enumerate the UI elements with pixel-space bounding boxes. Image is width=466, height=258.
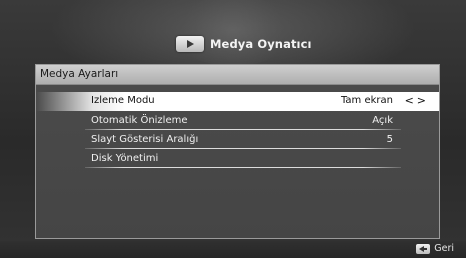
media-player-icon xyxy=(176,36,204,52)
row-divider xyxy=(85,167,401,168)
menu-item-disk-yonetimi[interactable]: Disk Yönetimi xyxy=(36,150,439,168)
menu-item-label: Slayt Gösterisi Aralığı xyxy=(91,134,199,145)
menu-item-otomatik-onizleme[interactable]: Otomatik Önizleme Açık xyxy=(36,112,439,130)
menu-item-value: 5 xyxy=(386,134,393,145)
app-title: Medya Oynatıcı xyxy=(210,37,312,51)
panel-title-bar: Medya Ayarları xyxy=(36,65,439,85)
row-divider xyxy=(85,129,401,130)
menu-item-label: Izleme Modu xyxy=(91,95,155,106)
left-right-arrows-icon[interactable]: <> xyxy=(405,94,429,107)
menu-item-label: Otomatik Önizleme xyxy=(91,115,188,126)
menu-item-value: Tam ekran xyxy=(340,95,393,106)
back-label: Geri xyxy=(434,243,454,254)
footer-bar: Geri xyxy=(0,241,466,258)
menu-item-value: Açık xyxy=(372,115,393,126)
tv-screen: Medya Oynatıcı Medya Ayarları Izleme Mod… xyxy=(0,0,466,258)
settings-menu: Izleme Modu Tam ekran <> Otomatik Önizle… xyxy=(36,92,439,168)
row-divider xyxy=(85,148,401,149)
app-header: Medya Oynatıcı xyxy=(176,34,312,54)
back-button[interactable]: Geri xyxy=(416,243,454,254)
back-arrow-key-icon xyxy=(416,243,431,254)
menu-item-label: Disk Yönetimi xyxy=(91,153,159,164)
background-glow xyxy=(172,0,294,66)
menu-item-slayt-gosterisi-araligi[interactable]: Slayt Gösterisi Aralığı 5 xyxy=(36,131,439,149)
panel-title: Medya Ayarları xyxy=(40,68,119,80)
menu-item-izleme-modu[interactable]: Izleme Modu Tam ekran <> xyxy=(36,92,439,111)
settings-panel: Medya Ayarları Izleme Modu Tam ekran <> … xyxy=(35,64,440,239)
